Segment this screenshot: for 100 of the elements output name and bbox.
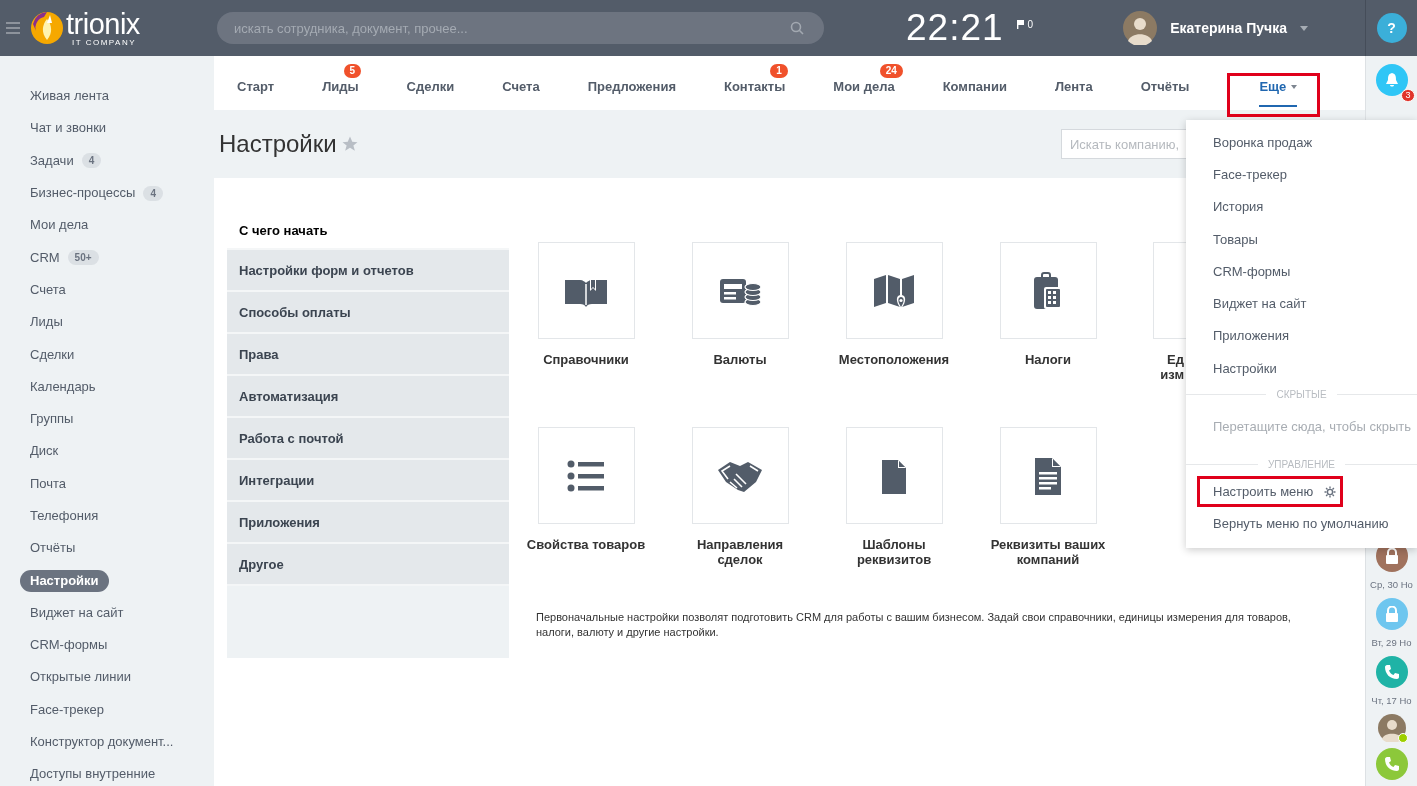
tab[interactable]: Отчёты (1140, 73, 1190, 117)
tile[interactable] (999, 242, 1097, 339)
sidebar-item[interactable]: Face-трекер (30, 701, 104, 718)
sidebar-item[interactable]: Календарь (30, 378, 96, 395)
phone-button[interactable] (1375, 656, 1408, 688)
menu-item[interactable]: Настройки (1186, 352, 1417, 385)
settings-nav-item[interactable]: Права (227, 334, 509, 376)
count-badge: 4 (81, 153, 102, 169)
tile-label[interactable]: Местоположения (838, 352, 950, 367)
tab[interactable]: Компании (942, 73, 1007, 117)
phone-icon (1383, 664, 1400, 680)
tile[interactable] (845, 242, 943, 339)
sidebar-item[interactable]: Настройки (20, 569, 109, 592)
menu-item[interactable]: Вернуть меню по умолчанию (1186, 507, 1417, 540)
tile-label[interactable]: Реквизиты ваших компаний (990, 537, 1106, 567)
status-dot (1397, 733, 1408, 743)
tab[interactable]: Сделки (406, 73, 455, 117)
tile[interactable] (691, 242, 789, 339)
sidebar-item[interactable]: Телефония (30, 508, 99, 524)
tile-label[interactable]: Налоги (1024, 352, 1072, 367)
count-badge: 24 (879, 64, 903, 78)
settings-nav-item[interactable]: Настройки форм и отчетов (227, 250, 509, 292)
sidebar-item[interactable]: CRM-формы (30, 637, 108, 654)
flag-icon (1016, 19, 1024, 29)
settings-nav-item[interactable]: Автоматизация (227, 376, 509, 418)
phone-icon (1383, 756, 1400, 772)
settings-nav-item[interactable]: Другое (227, 544, 509, 586)
tab[interactable]: Лента (1054, 73, 1093, 117)
sidebar-item[interactable]: Сделки (30, 346, 75, 363)
sidebar-item[interactable]: CRM (30, 249, 60, 266)
menu-item[interactable]: Товары (1186, 222, 1417, 256)
star-icon (340, 135, 359, 153)
settings-nav-item[interactable]: Интеграции (227, 460, 509, 502)
sidebar-item[interactable]: Бизнес-процессы (30, 185, 136, 202)
sidebar-item[interactable]: Доступы внутренние (30, 766, 156, 783)
sidebar-item[interactable]: Открытые линии (30, 669, 132, 686)
tile-label[interactable]: Ед изм (1125, 352, 1184, 382)
sidebar-item[interactable]: Мои дела (30, 217, 89, 234)
menu-item[interactable]: История (1186, 190, 1417, 223)
tile[interactable] (845, 427, 943, 524)
tab[interactable]: Предложения (587, 73, 676, 117)
section-heading: УПРАВЛЕНИЕ (1266, 458, 1337, 470)
sidebar-item[interactable]: Счета (30, 281, 66, 298)
page-title: Настройки (219, 130, 337, 158)
description-text: Первоначальные настройки позволят подготовить CRM для работы с вашим бизнесом. Задай свои справочники, единицы измерения для товаров, налоги, валюту и другие настройки. (536, 610, 1292, 640)
tile-label[interactable]: Валюты (713, 352, 767, 367)
sidebar-item[interactable]: Живая лента (30, 88, 109, 105)
avatar-icon (1377, 714, 1406, 742)
caret-icon (1291, 85, 1298, 89)
logo-tagline: IT COMPANY (71, 37, 138, 47)
menu-item[interactable]: Face-трекер (1186, 158, 1417, 191)
tab[interactable]: Старт (237, 73, 275, 117)
tile-label[interactable]: Шаблоны реквизитов (856, 537, 932, 567)
count-badge: 50+ (67, 250, 99, 266)
settings-nav-item[interactable]: Работа с почтой (227, 418, 509, 460)
clock-time: 22:21 (906, 7, 1004, 49)
lock-icon (1384, 606, 1399, 622)
logo-icon (30, 11, 64, 45)
sidebar-item[interactable]: Отчёты (30, 540, 76, 557)
settings-icon (1324, 485, 1337, 498)
notifications-button[interactable] (1375, 64, 1408, 96)
user-menu[interactable]: Екатерина Пучка (1123, 11, 1308, 45)
bell-icon (1384, 72, 1399, 88)
caret-icon (1300, 25, 1308, 31)
sidebar-item[interactable]: Конструктор документ... (30, 734, 174, 751)
tile[interactable] (691, 427, 789, 524)
tab[interactable]: Счета (502, 73, 540, 117)
count-badge: 1 (770, 64, 788, 78)
section-heading: СКРЫТЫЕ (1275, 388, 1328, 400)
sidebar-item[interactable]: Почта (30, 475, 67, 492)
tile[interactable] (537, 427, 635, 524)
tile-label[interactable]: Направления сделок (696, 537, 784, 567)
sidebar-item[interactable]: Виджет на сайт (30, 604, 124, 621)
hint-text: Перетащите сюда, чтобы скрыть (1212, 417, 1412, 436)
user-avatar[interactable] (1377, 714, 1406, 742)
date-label: Чт, 17 Но (1371, 694, 1412, 708)
tile-label[interactable]: Свойства товаров (526, 537, 646, 552)
tile-label[interactable]: Справочники (543, 352, 629, 367)
menu-item[interactable]: Настроить меню (1197, 476, 1343, 508)
count-badge: 4 (143, 185, 163, 201)
count-badge: 5 (343, 64, 362, 78)
tile[interactable] (537, 242, 635, 339)
sidebar-item[interactable]: Задачи (30, 152, 74, 169)
date-label: Вт, 29 Но (1371, 636, 1412, 650)
settings-nav-item[interactable]: Приложения (227, 502, 509, 544)
logo-text: trionix (66, 9, 140, 38)
menu-item[interactable]: Воронка продаж (1186, 126, 1417, 159)
menu-item[interactable]: Приложения (1186, 319, 1417, 353)
count-badge: 3 (1401, 89, 1415, 102)
settings-nav-item[interactable]: Способы оплаты (227, 292, 509, 334)
avatar-icon (1123, 11, 1158, 45)
sidebar-item[interactable]: Чат и звонки (30, 120, 107, 137)
tile[interactable] (999, 427, 1097, 524)
sidebar-item[interactable]: Группы (30, 411, 74, 428)
date-label: Ср, 30 Но (1370, 578, 1413, 592)
sidebar-item[interactable]: Лиды (30, 314, 63, 331)
sidebar-item[interactable]: Диск (30, 443, 59, 460)
menu-item[interactable]: CRM-формы (1186, 255, 1417, 288)
menu-item[interactable]: Виджет на сайт (1186, 287, 1417, 320)
flag-count: 0 (1027, 18, 1034, 30)
